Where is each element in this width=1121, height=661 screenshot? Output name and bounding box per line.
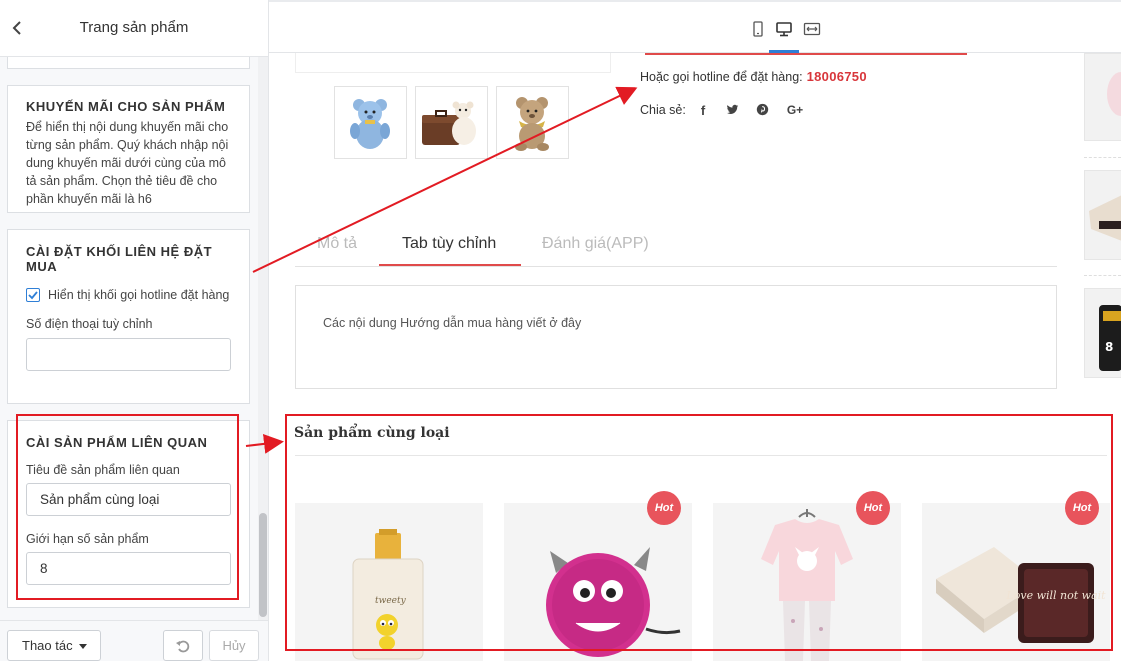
caret-down-icon (78, 644, 87, 650)
desktop-device-icon[interactable] (775, 20, 793, 38)
hot-badge: Hot (856, 491, 890, 525)
promo-heading: KHUYẾN MÃI CHO SẢN PHẨM (26, 99, 226, 114)
sidebar-scroll-area: KHUYẾN MÃI CHO SẢN PHẨM Để hiển thị nội … (0, 57, 268, 620)
related-products-panel: CÀI SẢN PHẨM LIÊN QUAN Tiêu đề sản phẩm … (7, 420, 250, 608)
hotline-number[interactable]: 18006750 (807, 69, 867, 84)
undo-button[interactable] (163, 630, 203, 661)
active-tab-underline (379, 264, 521, 266)
sidebar-header: Trang sản phẩm (0, 0, 268, 57)
gift-box-label: Love will not wait (1005, 589, 1106, 602)
related-limit-label: Giới hạn số sản phẩm (26, 532, 149, 546)
related-divider (295, 455, 1107, 456)
google-plus-icon[interactable]: G+ (784, 103, 806, 119)
product-thumbnail-brown-bear[interactable] (496, 86, 569, 159)
hot-badge: Hot (647, 491, 681, 525)
pinterest-icon[interactable] (754, 103, 770, 119)
fullwidth-expand-icon[interactable] (803, 20, 821, 38)
product-thumbnail-blue-bear[interactable] (334, 86, 407, 159)
product-card-gift-box[interactable]: Love will not wait (922, 503, 1110, 661)
related-heading: CÀI SẢN PHẨM LIÊN QUAN (26, 435, 208, 450)
mobile-device-icon[interactable] (749, 20, 767, 38)
svg-text:tweety: tweety (375, 596, 407, 606)
hotline-checkbox-row[interactable]: Hiển thị khối gọi hotline đặt hàng (26, 286, 237, 304)
store-preview: Hoặc gọi hotline để đặt hàng: 18006750 Ch… (269, 53, 1121, 661)
product-thumbnail-bear-suitcase[interactable] (415, 86, 488, 159)
product-tabs: Mô tả Tab tùy chỉnh Đánh giá(APP) (295, 219, 1057, 267)
sidebar-title: Trang sản phẩm (79, 19, 189, 36)
contact-panel: CÀI ĐẶT KHỐI LIÊN HỆ ĐẶT MUA Hiển thị kh… (7, 229, 250, 404)
actions-label: Thao tác (22, 638, 73, 653)
hotline-checkbox-label: Hiển thị khối gọi hotline đặt hàng (48, 288, 230, 302)
contact-heading: CÀI ĐẶT KHỐI LIÊN HỆ ĐẶT MUA (26, 244, 213, 274)
settings-sidebar: Trang sản phẩm KHUYẾN MÃI CHO SẢN PHẨM Đ… (0, 0, 269, 661)
undo-icon (175, 635, 191, 655)
hot-badge: Hot (1065, 491, 1099, 525)
twitter-icon[interactable] (724, 103, 740, 119)
side-product-item[interactable] (1084, 170, 1121, 260)
tab-custom[interactable]: Tab tùy chỉnh (402, 235, 496, 253)
svg-text:8: 8 (1105, 340, 1113, 354)
facebook-icon[interactable]: f (695, 103, 711, 119)
product-card-pink-monster[interactable] (504, 503, 692, 661)
device-toolbar (269, 0, 1121, 53)
hotline-checkbox[interactable] (26, 288, 40, 302)
tab-content-text: Các nội dung Hướng dẫn mua hàng viết ở đ… (323, 316, 582, 330)
price-divider-line (645, 53, 967, 55)
related-title-label: Tiêu đề sản phẩm liên quan (26, 463, 180, 477)
main-product-image-frame (295, 53, 611, 73)
scrollbar-thumb[interactable] (259, 513, 267, 617)
related-products-title: Sản phẩm cùng loại (294, 425, 450, 441)
actions-dropdown-button[interactable]: Thao tác (7, 630, 101, 661)
related-limit-input[interactable] (26, 552, 231, 585)
previous-panel-bottom (7, 57, 250, 69)
phone-input[interactable] (26, 338, 231, 371)
share-label: Chia sẻ: (640, 103, 686, 117)
tab-content-box: Các nội dung Hướng dẫn mua hàng viết ở đ… (295, 285, 1057, 389)
product-card-pajamas[interactable] (713, 503, 901, 661)
promo-panel: KHUYẾN MÃI CHO SẢN PHẨM Để hiển thị nội … (7, 85, 250, 213)
side-product-strip: 8 (1084, 53, 1121, 383)
product-card-perfume[interactable]: tweety (295, 503, 483, 661)
hotline-row: Hoặc gọi hotline để đặt hàng: 18006750 (640, 69, 867, 84)
side-divider (1084, 157, 1121, 158)
sidebar-footer: Thao tác Hủy (0, 620, 268, 661)
promo-description: Để hiển thị nội dung khuyến mãi cho từng… (26, 120, 229, 206)
tab-reviews[interactable]: Đánh giá(APP) (542, 235, 649, 253)
tab-description[interactable]: Mô tả (317, 235, 357, 253)
cancel-button[interactable]: Hủy (209, 630, 259, 661)
phone-label: Số điện thoại tuỳ chỉnh (26, 317, 153, 331)
hotline-label: Hoặc gọi hotline để đặt hàng: (640, 70, 803, 84)
side-product-item[interactable]: 8 (1084, 288, 1121, 378)
side-divider (1084, 275, 1121, 276)
sidebar-scrollbar[interactable] (258, 57, 268, 620)
side-product-item[interactable] (1084, 53, 1121, 141)
related-title-input[interactable] (26, 483, 231, 516)
